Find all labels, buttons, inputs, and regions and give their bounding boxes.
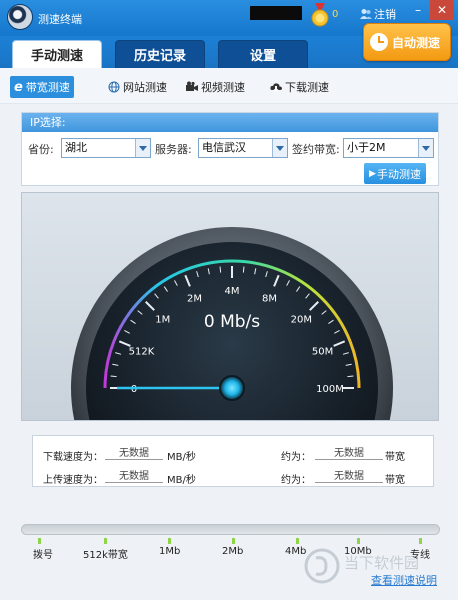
subtab-video-label: 视频测速 bbox=[201, 81, 245, 94]
watermark-text: 当下软件园 bbox=[344, 554, 419, 572]
server-value: 电信武汉 bbox=[202, 141, 246, 154]
users-icon bbox=[360, 9, 372, 19]
bandwidth-label: 签约带宽: bbox=[292, 143, 340, 156]
auto-test-label: 自动测速 bbox=[392, 35, 441, 50]
subtab-website[interactable]: 网站测速 bbox=[104, 76, 171, 98]
medal-icon[interactable] bbox=[310, 3, 330, 29]
auto-test-button[interactable]: 自动测速 bbox=[363, 23, 451, 61]
gauge-scale-label: 2M bbox=[187, 293, 202, 304]
progress-tick bbox=[357, 538, 360, 544]
manual-test-button[interactable]: ▶ 手动测速 bbox=[364, 163, 426, 184]
chevron-down-icon bbox=[272, 139, 287, 157]
subtab-download-label: 下载测速 bbox=[285, 81, 329, 94]
bandwidth-select[interactable]: 小于2M bbox=[343, 138, 434, 158]
progress-tick bbox=[419, 538, 422, 544]
bandwidth-progress-bar bbox=[21, 524, 440, 535]
medal-count: 0 bbox=[332, 9, 339, 20]
gauge-scale-label: 8M bbox=[262, 293, 277, 304]
logout-link[interactable]: 注销 bbox=[360, 6, 396, 22]
server-select[interactable]: 电信武汉 bbox=[198, 138, 288, 158]
subtab-bandwidth-label: 带宽测速 bbox=[25, 81, 70, 94]
clock-icon bbox=[370, 33, 388, 51]
download-approx-value: 无数据 bbox=[315, 444, 383, 460]
gauge-scale-label: 4M bbox=[225, 286, 240, 297]
ip-header: IP选择: bbox=[22, 113, 438, 132]
download-speed-value: 无数据 bbox=[105, 444, 163, 460]
gauge-scale-label: 100M bbox=[316, 384, 344, 395]
subtab-bandwidth[interactable]: e 带宽测速 bbox=[10, 76, 74, 98]
close-icon[interactable]: ✕ bbox=[430, 0, 454, 20]
speed-gauge-panel: 0 512K 1M 2M 4M 8M 20M 50M 100M 0 Mb/s bbox=[21, 192, 439, 421]
province-select[interactable]: 湖北 bbox=[61, 138, 151, 158]
download-speed-unit: MB/秒 bbox=[167, 452, 196, 463]
user-name-redacted bbox=[250, 6, 302, 20]
progress-tick bbox=[104, 538, 107, 544]
logout-label: 注销 bbox=[374, 8, 396, 21]
speed-readout: 0 Mb/s bbox=[204, 312, 260, 332]
server-label: 服务器: bbox=[155, 143, 192, 156]
gauge-minor-tick bbox=[347, 375, 354, 378]
upload-approx-label: 约为： bbox=[281, 475, 311, 486]
upload-approx-value: 无数据 bbox=[315, 467, 383, 483]
ip-selection-panel: IP选择: 省份: 湖北 服务器: 电信武汉 签约带宽: 小于2M ▶ 手动测速 bbox=[21, 112, 439, 186]
window-controls: – ✕ bbox=[406, 0, 454, 20]
globe-icon bbox=[108, 81, 120, 93]
gauge-scale-label: 0 bbox=[131, 384, 137, 395]
video-camera-icon bbox=[186, 81, 198, 91]
app-title: 测速终端 bbox=[38, 13, 82, 26]
gauge-scale-label: 1M bbox=[155, 315, 170, 326]
progress-tick bbox=[168, 538, 171, 544]
province-label: 省份: bbox=[28, 143, 54, 156]
upload-speed-unit: MB/秒 bbox=[167, 475, 196, 486]
bandwidth-value: 小于2M bbox=[347, 141, 386, 154]
subtab-website-label: 网站测速 bbox=[123, 81, 167, 94]
gauge-scale-label: 50M bbox=[312, 346, 333, 357]
progress-label-dialup: 拨号 bbox=[33, 550, 53, 561]
gauge-hub bbox=[219, 375, 245, 401]
main-panel: IP选择: 省份: 湖北 服务器: 电信武汉 签约带宽: 小于2M ▶ 手动测速 bbox=[0, 104, 458, 600]
upload-speed-label: 上传速度为： bbox=[43, 475, 103, 486]
progress-tick bbox=[296, 538, 299, 544]
speed-result-panel: 下载速度为： 无数据 MB/秒 约为： 无数据 带宽 上传速度为： 无数据 MB… bbox=[32, 435, 434, 487]
help-link[interactable]: 查看测速说明 bbox=[371, 572, 437, 588]
manual-test-label: 手动测速 bbox=[376, 167, 421, 181]
download-speed-label: 下载速度为： bbox=[43, 452, 103, 463]
subtab-download[interactable]: 下载测速 bbox=[266, 76, 333, 98]
gauge-scale-label: 512K bbox=[129, 346, 155, 357]
download-approx-unit: 带宽 bbox=[385, 452, 405, 463]
upload-approx-unit: 带宽 bbox=[385, 475, 405, 486]
gauge-minor-tick bbox=[110, 375, 117, 378]
sub-navbar: e 带宽测速 网站测速 视频测速 下载测速 bbox=[0, 68, 458, 104]
download-approx-label: 约为： bbox=[281, 452, 311, 463]
province-value: 湖北 bbox=[65, 141, 87, 154]
progress-label-2mb: 2Mb bbox=[222, 546, 244, 557]
cloud-download-icon bbox=[270, 83, 282, 92]
gauge-minor-tick bbox=[219, 266, 222, 273]
ip-row: 省份: 湖北 服务器: 电信武汉 签约带宽: 小于2M bbox=[22, 137, 438, 159]
minimize-icon[interactable]: – bbox=[406, 0, 430, 20]
progress-tick bbox=[232, 538, 235, 544]
gauge-scale-label: 20M bbox=[291, 315, 312, 326]
progress-tick bbox=[38, 538, 41, 544]
progress-label-1mb: 1Mb bbox=[159, 546, 181, 557]
subtab-video[interactable]: 视频测速 bbox=[182, 76, 249, 98]
chevron-down-icon bbox=[418, 139, 433, 157]
app-logo-icon bbox=[7, 4, 33, 30]
ie-icon: e bbox=[14, 79, 23, 95]
chevron-down-icon bbox=[135, 139, 150, 157]
gauge-minor-tick bbox=[242, 266, 245, 273]
tab-history[interactable]: 历史记录 bbox=[115, 40, 205, 68]
tab-manual-test[interactable]: 手动测速 bbox=[12, 40, 102, 68]
play-icon: ▶ bbox=[369, 168, 376, 179]
upload-speed-value: 无数据 bbox=[105, 467, 163, 483]
progress-label-512k: 512k带宽 bbox=[83, 550, 128, 561]
speed-gauge: 0 512K 1M 2M 4M 8M 20M 50M 100M 0 Mb/s bbox=[71, 227, 393, 420]
tab-settings[interactable]: 设置 bbox=[218, 40, 308, 68]
